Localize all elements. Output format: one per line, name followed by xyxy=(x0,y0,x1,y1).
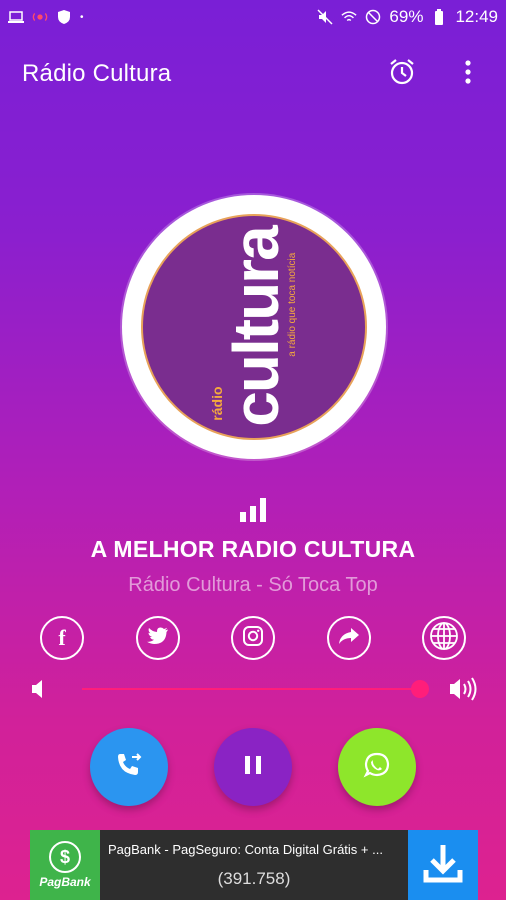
now-playing-subtitle: Rádio Cultura - Só Toca Top xyxy=(128,574,378,596)
pause-icon xyxy=(243,754,263,781)
logo-tagline: a rádio que toca notícia xyxy=(287,252,298,357)
ad-download-button[interactable] xyxy=(408,830,478,900)
twitter-button[interactable] xyxy=(135,616,180,660)
status-bar: • 69% 12:49 xyxy=(0,0,506,34)
logo-cultura-text: cultura xyxy=(220,227,292,427)
alarm-button[interactable] xyxy=(386,58,418,90)
wifi-icon xyxy=(341,9,358,25)
station-logo-disc: rádio cultura a rádio que toca notícia xyxy=(141,214,367,440)
globe-icon xyxy=(429,621,459,656)
ad-title: PagBank - PagSeguro: Conta Digital Gráti… xyxy=(108,841,383,857)
instagram-button[interactable] xyxy=(231,616,275,660)
facebook-button[interactable]: f xyxy=(40,616,84,660)
shield-icon xyxy=(56,9,72,25)
volume-low-icon[interactable] xyxy=(30,678,48,705)
podcast-icon xyxy=(32,9,48,25)
player-controls xyxy=(0,728,506,808)
volume-slider[interactable] xyxy=(82,680,429,698)
ad-app-logo: $ PagBank xyxy=(30,830,100,900)
alarm-icon xyxy=(388,58,416,91)
equalizer-icon xyxy=(238,496,268,524)
battery-icon xyxy=(431,9,447,25)
clock: 12:49 xyxy=(455,7,498,26)
app-title: Rádio Cultura xyxy=(22,60,172,87)
battery-percent: 69% xyxy=(389,7,424,26)
facebook-icon: f xyxy=(58,625,66,650)
volume-control xyxy=(30,672,480,706)
laptop-icon xyxy=(8,9,24,25)
whatsapp-icon xyxy=(363,751,391,784)
no-sim-icon xyxy=(365,9,381,25)
more-vert-icon xyxy=(465,59,471,89)
share-icon xyxy=(338,627,360,650)
volume-high-icon[interactable] xyxy=(448,676,480,707)
ad-rating-count: (391.758) xyxy=(217,868,291,888)
overflow-menu-button[interactable] xyxy=(452,58,484,90)
whatsapp-button[interactable] xyxy=(338,728,416,806)
twitter-icon xyxy=(146,627,169,650)
dot-icon: • xyxy=(80,11,84,23)
call-button[interactable] xyxy=(90,728,168,806)
phone-forward-icon xyxy=(114,750,144,785)
ad-banner[interactable]: $ PagBank PagBank - PagSeguro: Conta Dig… xyxy=(30,830,478,900)
volume-slider-fill xyxy=(82,688,420,690)
share-button[interactable] xyxy=(326,616,371,660)
ad-brand-name: PagBank xyxy=(39,875,91,889)
download-icon xyxy=(423,842,463,889)
dollar-icon: $ xyxy=(49,841,81,873)
website-button[interactable] xyxy=(422,616,466,660)
instagram-icon xyxy=(242,625,264,652)
station-logo: rádio cultura a rádio que toca notícia xyxy=(122,195,386,459)
now-playing-title: A MELHOR RADIO CULTURA xyxy=(90,536,416,562)
mute-icon xyxy=(317,9,333,25)
pause-button[interactable] xyxy=(214,728,292,806)
social-links: f xyxy=(40,616,466,660)
volume-slider-thumb[interactable] xyxy=(411,680,429,698)
app-toolbar: Rádio Cultura xyxy=(0,44,506,104)
